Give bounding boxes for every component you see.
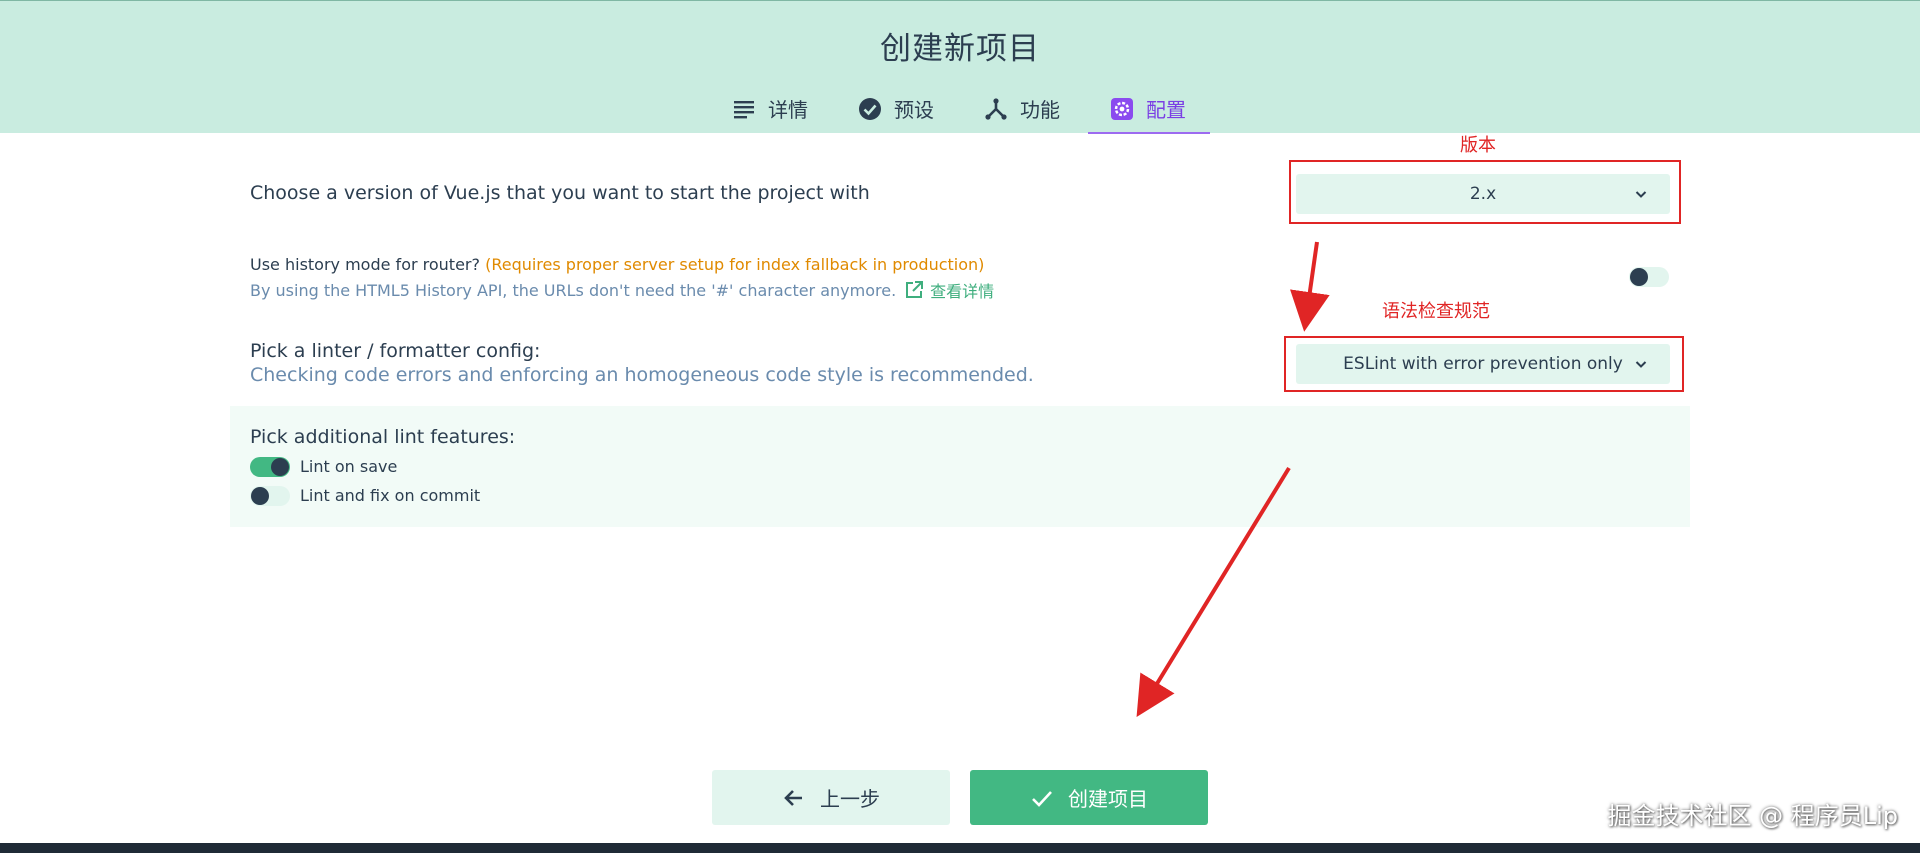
- previous-step-button[interactable]: 上一步: [712, 770, 950, 825]
- lint-on-save-label: Lint on save: [300, 457, 398, 476]
- tab-presets[interactable]: 预设: [836, 83, 956, 134]
- tab-label: 详情: [768, 98, 808, 122]
- watermark: 掘金技术社区 @ 程序员Lip: [1607, 802, 1898, 830]
- arrow-to-linter: [1290, 241, 1330, 332]
- tab-details[interactable]: 详情: [710, 83, 830, 134]
- check-circle-icon: [858, 97, 882, 121]
- vue-version-value: 2.x: [1469, 184, 1497, 204]
- create-project-label: 创建项目: [1068, 787, 1148, 811]
- linter-select[interactable]: ESLint with error prevention only: [1296, 344, 1670, 384]
- toggle-knob: [251, 487, 269, 505]
- tab-features[interactable]: 功能: [962, 83, 1082, 134]
- history-mode-label: Use history mode for router?: [250, 255, 480, 274]
- fork-icon: [984, 97, 1008, 121]
- tab-label: 配置: [1146, 98, 1186, 122]
- external-link-icon: [906, 281, 924, 298]
- linter-value: ESLint with error prevention only: [1343, 354, 1623, 374]
- arrow-left-icon: [782, 786, 806, 810]
- create-project-button[interactable]: 创建项目: [970, 770, 1208, 825]
- toggle-knob: [271, 458, 289, 476]
- more-info-link-label: 查看详情: [930, 282, 995, 301]
- history-mode-description: By using the HTML5 History API, the URLs…: [250, 280, 897, 300]
- chevron-down-icon: [1635, 191, 1647, 198]
- annotation-lint-rules: 语法检查规范: [1382, 301, 1490, 322]
- check-icon: [1030, 786, 1054, 810]
- gear-icon: [1110, 97, 1134, 121]
- step-tabs: 详情 预设 功能 配置: [0, 83, 1920, 134]
- history-mode-toggle[interactable]: [1629, 267, 1669, 287]
- vue-version-label: Choose a version of Vue.js that you want…: [250, 182, 870, 204]
- tab-label: 功能: [1020, 98, 1060, 122]
- more-info-link[interactable]: 查看详情: [904, 278, 994, 302]
- tab-label: 预设: [894, 98, 934, 122]
- list-icon: [732, 97, 756, 121]
- lint-on-save-toggle[interactable]: [250, 457, 290, 477]
- lint-fix-on-commit-label: Lint and fix on commit: [300, 486, 481, 505]
- history-mode-warning: (Requires proper server setup for index …: [485, 255, 985, 274]
- lint-fix-on-commit-toggle[interactable]: [250, 486, 290, 506]
- annotation-version: 版本: [1460, 135, 1496, 156]
- linter-label: Pick a linter / formatter config:: [250, 340, 541, 362]
- toggle-knob: [1630, 268, 1648, 286]
- previous-step-label: 上一步: [820, 787, 880, 811]
- linter-description: Checking code errors and enforcing an ho…: [250, 364, 1034, 386]
- vue-version-select[interactable]: 2.x: [1296, 174, 1670, 214]
- history-mode-label-row: Use history mode for router? (Requires p…: [250, 255, 984, 274]
- history-mode-description-row: By using the HTML5 History API, the URLs…: [250, 278, 994, 302]
- lint-features-panel: Pick additional lint features: Lint on s…: [230, 406, 1690, 527]
- header: 创建新项目 详情 预设 功能 配置: [0, 0, 1920, 134]
- page-title: 创建新项目: [880, 31, 1040, 67]
- chevron-down-icon: [1635, 361, 1647, 368]
- tab-config[interactable]: 配置: [1088, 83, 1210, 134]
- bottom-bar: [0, 843, 1920, 853]
- lint-features-label: Pick additional lint features:: [250, 426, 516, 448]
